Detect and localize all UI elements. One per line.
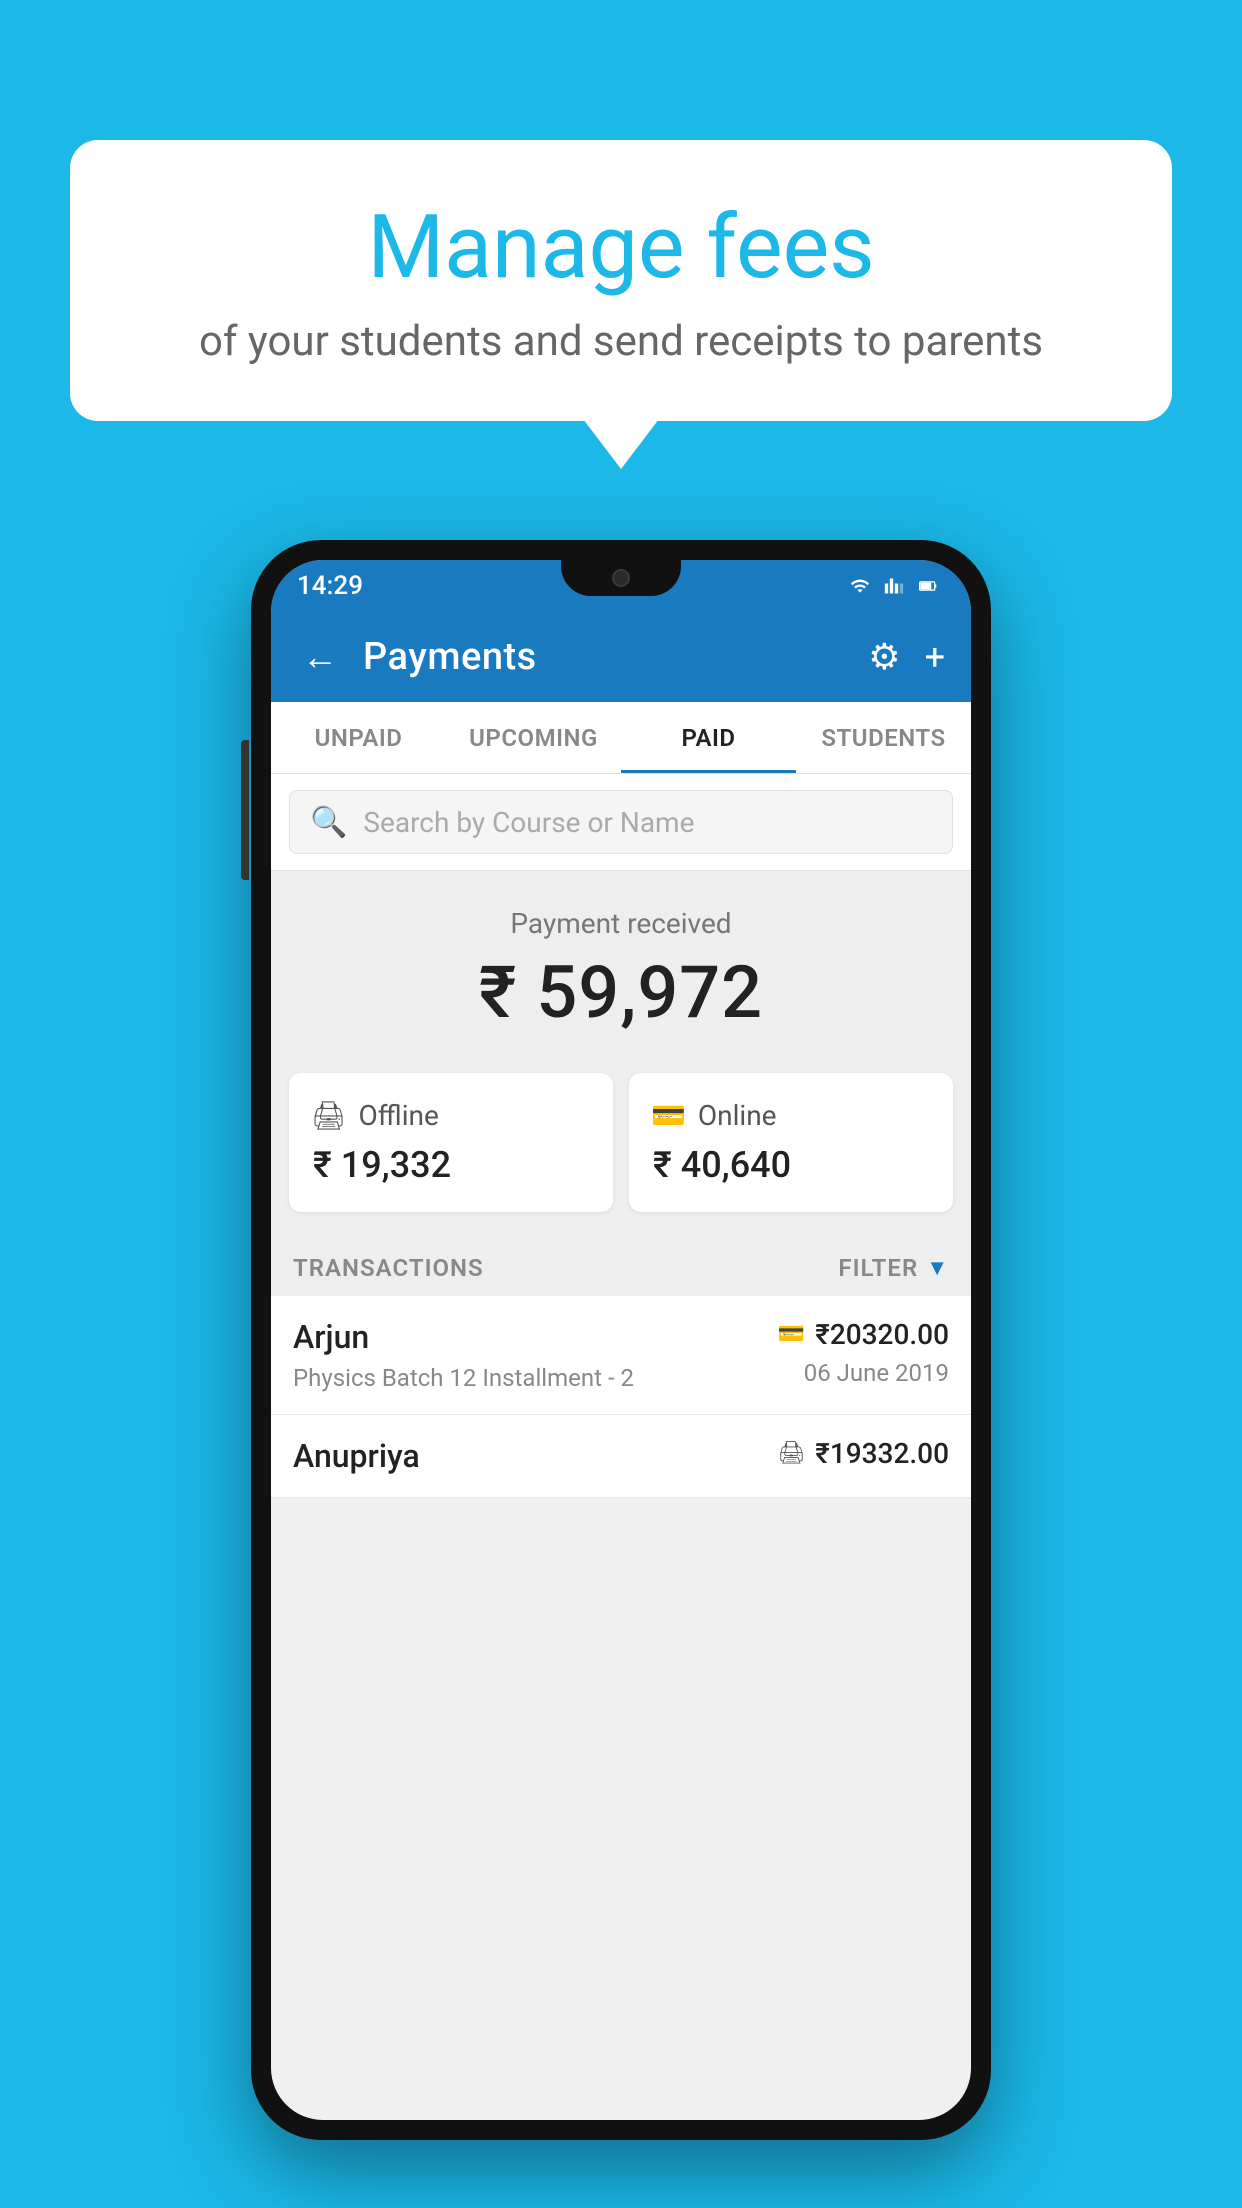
transaction-name-arjun: Arjun xyxy=(293,1318,634,1356)
tab-students[interactable]: STUDENTS xyxy=(796,702,971,773)
transactions-header: TRANSACTIONS FILTER ▼ xyxy=(271,1236,971,1296)
transaction-row-arjun[interactable]: Arjun Physics Batch 12 Installment - 2 💳… xyxy=(271,1296,971,1415)
status-time: 14:29 xyxy=(297,571,363,601)
payment-type-icon-arjun: 💳 xyxy=(778,1322,805,1347)
payment-received-section: Payment received ₹ 59,972 xyxy=(271,871,971,1063)
transaction-left-anupriya: Anupriya xyxy=(293,1437,420,1475)
online-card-header: 💳 Online xyxy=(651,1099,931,1132)
speech-bubble: Manage fees of your students and send re… xyxy=(70,140,1172,421)
filter-label: FILTER xyxy=(838,1254,918,1282)
main-content: Payment received ₹ 59,972 🖨 Offline ₹ 19… xyxy=(271,871,971,1498)
app-bar-icons: ⚙ + xyxy=(868,636,945,678)
transaction-right-arjun: 💳 ₹20320.00 06 June 2019 xyxy=(778,1318,949,1387)
transaction-amount-anupriya: ₹19332.00 xyxy=(815,1437,949,1470)
speech-bubble-container: Manage fees of your students and send re… xyxy=(70,140,1172,421)
offline-card-header: 🖨 Offline xyxy=(311,1099,591,1132)
tabs-bar: UNPAID UPCOMING PAID STUDENTS xyxy=(271,702,971,774)
online-card: 💳 Online ₹ 40,640 xyxy=(629,1073,953,1212)
offline-icon: 🖨 xyxy=(311,1099,347,1132)
tab-unpaid[interactable]: UNPAID xyxy=(271,702,446,773)
online-amount: ₹ 40,640 xyxy=(651,1144,931,1186)
tab-paid[interactable]: PAID xyxy=(621,702,796,773)
payment-received-label: Payment received xyxy=(291,907,951,940)
transaction-amount-row-arjun: 💳 ₹20320.00 xyxy=(778,1318,949,1351)
add-button[interactable]: + xyxy=(925,636,945,678)
offline-amount: ₹ 19,332 xyxy=(311,1144,591,1186)
phone-device: 14:29 ← Payments ⚙ + UNPAID xyxy=(251,540,991,2140)
transactions-label: TRANSACTIONS xyxy=(293,1254,484,1282)
gear-button[interactable]: ⚙ xyxy=(868,636,900,678)
status-icons xyxy=(847,576,941,596)
transaction-row-anupriya[interactable]: Anupriya 🖨 ₹19332.00 xyxy=(271,1415,971,1498)
phone-wrapper: 14:29 ← Payments ⚙ + UNPAID xyxy=(251,540,991,2140)
wifi-icon xyxy=(847,576,873,596)
payment-received-amount: ₹ 59,972 xyxy=(291,950,951,1035)
online-icon: 💳 xyxy=(651,1099,686,1132)
transaction-left-arjun: Arjun Physics Batch 12 Installment - 2 xyxy=(293,1318,634,1392)
tab-upcoming[interactable]: UPCOMING xyxy=(446,702,621,773)
transaction-date-arjun: 06 June 2019 xyxy=(804,1359,949,1387)
search-container: 🔍 Search by Course or Name xyxy=(271,774,971,871)
offline-card: 🖨 Offline ₹ 19,332 xyxy=(289,1073,613,1212)
transaction-amount-row-anupriya: 🖨 ₹19332.00 xyxy=(777,1437,949,1470)
filter-icon: ▼ xyxy=(926,1255,949,1281)
transaction-course-arjun: Physics Batch 12 Installment - 2 xyxy=(293,1364,634,1392)
offline-label: Offline xyxy=(359,1099,439,1132)
transaction-right-anupriya: 🖨 ₹19332.00 xyxy=(777,1437,949,1470)
app-bar: ← Payments ⚙ + xyxy=(271,612,971,702)
signal-icon xyxy=(881,576,907,596)
payment-cards-row: 🖨 Offline ₹ 19,332 💳 Online ₹ 40,640 xyxy=(271,1063,971,1236)
online-label: Online xyxy=(698,1099,777,1132)
transaction-name-anupriya: Anupriya xyxy=(293,1437,420,1475)
phone-notch xyxy=(561,560,681,596)
search-bar[interactable]: 🔍 Search by Course or Name xyxy=(289,790,953,854)
filter-button[interactable]: FILTER ▼ xyxy=(838,1254,949,1282)
app-bar-title: Payments xyxy=(363,635,848,679)
phone-screen: 14:29 ← Payments ⚙ + UNPAID xyxy=(271,560,971,2120)
search-placeholder-text: Search by Course or Name xyxy=(363,806,694,839)
search-icon: 🔍 xyxy=(310,805,347,840)
manage-fees-subtitle: of your students and send receipts to pa… xyxy=(120,317,1122,366)
payment-type-icon-anupriya: 🖨 xyxy=(777,1441,805,1466)
manage-fees-title: Manage fees xyxy=(120,200,1122,297)
battery-icon xyxy=(915,576,941,596)
transaction-amount-arjun: ₹20320.00 xyxy=(815,1318,949,1351)
back-button[interactable]: ← xyxy=(297,631,343,683)
camera-notch xyxy=(612,569,630,587)
